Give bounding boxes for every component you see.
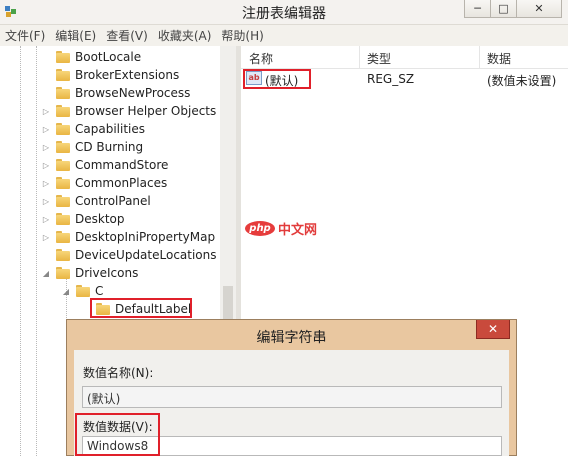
- dialog-title-bar[interactable]: 编辑字符串: [67, 320, 516, 350]
- folder-icon: [56, 87, 70, 99]
- list-header: 名称 类型 数据: [241, 46, 568, 69]
- dialog-close-button[interactable]: ✕: [476, 320, 510, 339]
- folder-icon: [56, 231, 70, 243]
- tree-item-label: ControlPanel: [75, 194, 151, 208]
- watermark-badge: php: [245, 220, 275, 236]
- folder-icon: [56, 141, 70, 153]
- folder-icon: [56, 51, 70, 63]
- menu-favorites[interactable]: 收藏夹(A): [153, 27, 217, 44]
- collapse-arrow-icon[interactable]: ◢: [62, 286, 70, 296]
- folder-icon: [56, 69, 70, 81]
- column-header-type[interactable]: 类型: [367, 50, 391, 67]
- tree-item-desktopinipropertymap[interactable]: ▷ DesktopIniPropertyMap: [42, 228, 215, 246]
- tree-item-label: BootLocale: [75, 50, 142, 64]
- expander-icon[interactable]: [40, 52, 48, 62]
- tree-item-label: Capabilities: [75, 122, 145, 136]
- title-bar: 注册表编辑器 ─ □ ✕: [0, 0, 568, 25]
- value-name-label: 数值名称(N):: [83, 366, 154, 380]
- edit-string-dialog: 编辑字符串 ✕ 数值名称(N): (默认) 数值数据(V): Windows8: [66, 319, 517, 456]
- tree-guide-line: [36, 46, 37, 456]
- column-header-data[interactable]: 数据: [487, 50, 511, 67]
- menu-file[interactable]: 文件(F): [0, 27, 50, 44]
- tree-item-label: C: [95, 284, 104, 298]
- highlight-box-default-value: [243, 69, 311, 89]
- tree-item-browser-helper-objects[interactable]: ▷ Browser Helper Objects: [42, 102, 216, 120]
- value-name-field[interactable]: (默认): [82, 386, 502, 408]
- folder-icon: [56, 177, 70, 189]
- folder-icon: [56, 267, 70, 279]
- folder-icon: [76, 285, 90, 297]
- minimize-button[interactable]: ─: [464, 0, 491, 18]
- value-data: (数值未设置): [487, 74, 557, 88]
- folder-icon: [56, 249, 70, 261]
- registry-value-row[interactable]: ab (默认) REG_SZ (数值未设置): [241, 68, 568, 90]
- tree-item-controlpanel[interactable]: ▷ ControlPanel: [42, 192, 151, 210]
- dialog-body: 数值名称(N): (默认) 数值数据(V): Windows8: [74, 350, 509, 456]
- tree-item-driveicons[interactable]: ◢ DriveIcons: [42, 264, 138, 282]
- tree-item-capabilities[interactable]: ▷ Capabilities: [42, 120, 145, 138]
- expander-icon[interactable]: [40, 70, 48, 80]
- tree-guide-line: [20, 46, 21, 456]
- tree-item-label: BrowseNewProcess: [75, 86, 191, 100]
- folder-icon: [56, 159, 70, 171]
- collapse-arrow-icon[interactable]: ◢: [42, 268, 50, 278]
- menu-help[interactable]: 帮助(H): [216, 27, 268, 44]
- expand-arrow-icon[interactable]: ▷: [42, 196, 50, 206]
- tree-item-desktop[interactable]: ▷ Desktop: [42, 210, 125, 228]
- folder-icon: [56, 105, 70, 117]
- value-type: REG_SZ: [367, 72, 415, 86]
- folder-icon: [56, 123, 70, 135]
- folder-icon: [56, 213, 70, 225]
- column-divider[interactable]: [359, 46, 360, 68]
- tree-item-bootlocale[interactable]: BootLocale: [42, 48, 141, 66]
- tree-item-browsenewprocess[interactable]: BrowseNewProcess: [42, 84, 190, 102]
- tree-item-cd-burning[interactable]: ▷ CD Burning: [42, 138, 143, 156]
- expand-arrow-icon[interactable]: ▷: [42, 142, 50, 152]
- tree-item-commandstore[interactable]: ▷ CommandStore: [42, 156, 168, 174]
- maximize-button[interactable]: □: [490, 0, 517, 18]
- expander-icon[interactable]: [40, 250, 48, 260]
- column-divider[interactable]: [479, 46, 480, 68]
- tree-item-label: DesktopIniPropertyMap: [75, 230, 216, 244]
- expand-arrow-icon[interactable]: ▷: [42, 124, 50, 134]
- tree-item-label: DriveIcons: [75, 266, 139, 280]
- highlight-box-value-data: [75, 413, 160, 456]
- menu-bar: 文件(F) 编辑(E) 查看(V) 收藏夹(A) 帮助(H): [0, 25, 568, 45]
- menu-edit[interactable]: 编辑(E): [50, 27, 101, 44]
- menu-view[interactable]: 查看(V): [101, 27, 153, 44]
- tree-item-label: CD Burning: [75, 140, 144, 154]
- expand-arrow-icon[interactable]: ▷: [42, 232, 50, 242]
- expand-arrow-icon[interactable]: ▷: [42, 106, 50, 116]
- tree-item-label: BrokerExtensions: [75, 68, 180, 82]
- watermark: php 中文网: [245, 218, 317, 238]
- tree-item-label: CommandStore: [75, 158, 169, 172]
- tree-item-commonplaces[interactable]: ▷ CommonPlaces: [42, 174, 167, 192]
- tree-item-label: Browser Helper Objects: [75, 104, 217, 118]
- watermark-text: 中文网: [278, 222, 318, 238]
- expander-icon[interactable]: [40, 88, 48, 98]
- tree-item-label: CommonPlaces: [75, 176, 168, 190]
- tree-item-label: Desktop: [75, 212, 125, 226]
- highlight-box-defaultlabel: [90, 298, 192, 318]
- column-header-name[interactable]: 名称: [249, 50, 273, 67]
- window-controls: ─ □ ✕: [464, 0, 562, 18]
- folder-icon: [56, 195, 70, 207]
- expand-arrow-icon[interactable]: ▷: [42, 160, 50, 170]
- tree-item-brokerextensions[interactable]: BrokerExtensions: [42, 66, 179, 84]
- tree-item-deviceupdatelocations[interactable]: DeviceUpdateLocations: [42, 246, 217, 264]
- tree-item-label: DeviceUpdateLocations: [75, 248, 217, 262]
- expand-arrow-icon[interactable]: ▷: [42, 178, 50, 188]
- close-button[interactable]: ✕: [516, 0, 562, 18]
- expand-arrow-icon[interactable]: ▷: [42, 214, 50, 224]
- dialog-title: 编辑字符串: [256, 330, 327, 346]
